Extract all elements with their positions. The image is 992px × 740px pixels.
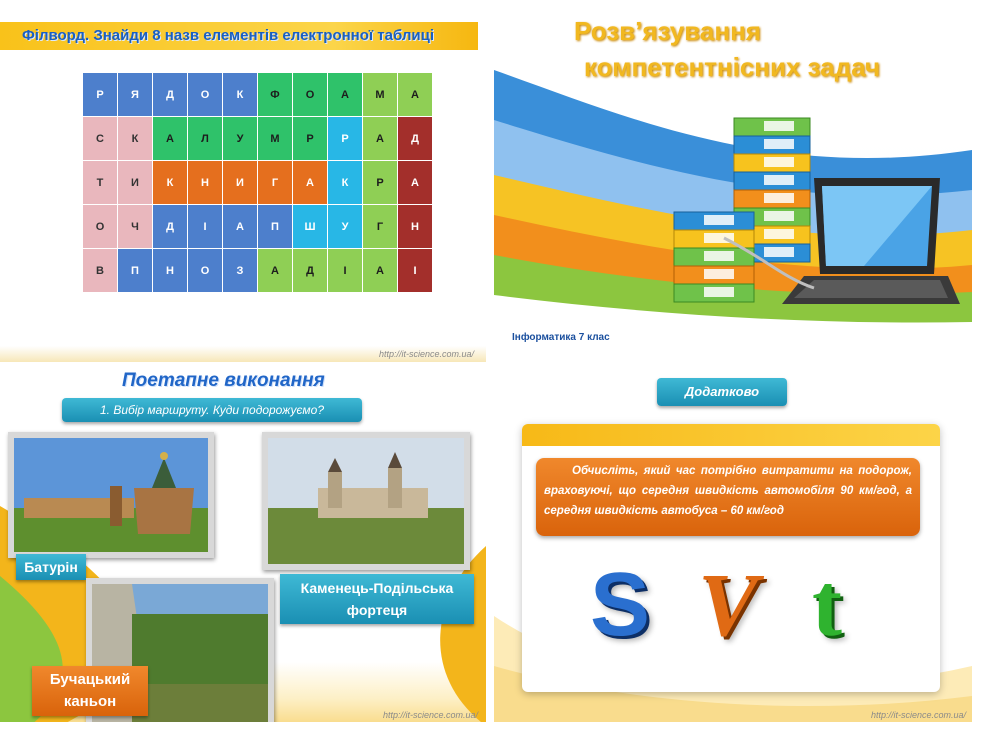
slide-step-route[interactable]: Поетапне виконання 1. Вибір маршруту. Ку… [0, 366, 486, 722]
grid-cell: О [292, 72, 328, 117]
binder-stack [673, 117, 811, 303]
grid-cell: К [152, 160, 188, 205]
label-buchach: Бучацький каньон [32, 666, 148, 716]
site-url: http://it-science.com.ua/ [870, 710, 966, 720]
grid-cell: І [187, 204, 223, 249]
grid-cell: Н [397, 204, 433, 249]
photo-kamianets [262, 432, 470, 570]
task-text: Обчисліть, який час потрібно витратити н… [536, 458, 920, 536]
step-label: 1. Вибір маршруту. Куди подорожуємо? [62, 398, 362, 422]
grid-cell: Ч [117, 204, 153, 249]
header-label: Додатково [657, 378, 787, 406]
letter-v: V [698, 556, 759, 655]
grid-cell: Ш [292, 204, 328, 249]
grid-cell: А [152, 116, 188, 161]
grid-cell: Н [187, 160, 223, 205]
letter-s: S [590, 555, 651, 655]
grid-cell: О [187, 72, 223, 117]
label-buchach-line-2: каньон [63, 693, 117, 710]
slide-title-page[interactable]: Розв’язування компетентнісних задач Інфо… [494, 0, 972, 356]
grid-row: СКАЛУМРРАД [82, 116, 433, 161]
grid-cell: І [327, 248, 363, 293]
slide-additional-task[interactable]: Додатково Обчисліть, який час потрібно в… [494, 366, 972, 722]
grid-cell: З [222, 248, 258, 293]
grid-cell: Р [292, 116, 328, 161]
grid-cell: Д [152, 204, 188, 249]
binders-laptop-illustration [673, 117, 960, 304]
site-url: http://it-science.com.ua/ [382, 710, 478, 720]
grid-cell: Д [292, 248, 328, 293]
title-line-2: компетентнісних задач [584, 52, 881, 82]
grid-cell: П [117, 248, 153, 293]
grid-row: ОЧДІАПШУГН [82, 204, 433, 249]
grid-cell: В [82, 248, 118, 293]
grid-cell: Г [257, 160, 293, 205]
grid-cell: И [117, 160, 153, 205]
grid-cell: Н [152, 248, 188, 293]
grid-cell: Р [327, 116, 363, 161]
grid-cell: А [222, 204, 258, 249]
grid-cell: І [397, 248, 433, 293]
grid-cell: Т [82, 160, 118, 205]
filword-grid: РЯДОКФОАМАСКАЛУМРРАДТИКНИГАКРАОЧДІАПШУГН… [82, 72, 433, 293]
slide-title: Поетапне виконання [122, 370, 325, 391]
site-url: http://it-science.com.ua/ [378, 349, 474, 359]
grid-cell: Д [152, 72, 188, 117]
grid-cell: С [82, 116, 118, 161]
grid-cell: Г [362, 204, 398, 249]
site-url: http://it-science.com.ua/ [872, 344, 968, 354]
grid-cell: А [327, 72, 363, 117]
grid-cell: К [222, 72, 258, 117]
grid-cell: О [187, 248, 223, 293]
panel-top-bar [522, 424, 940, 446]
grid-cell: А [397, 160, 433, 205]
kamianets-image [268, 438, 464, 564]
slide-filword[interactable]: Філворд. Знайди 8 назв елементів електро… [0, 0, 486, 362]
label-kamianets-line-2: фортеця [346, 602, 408, 618]
title-line-1: Розв’язування [574, 16, 761, 46]
grid-cell: Д [397, 116, 433, 161]
grid-cell: Я [117, 72, 153, 117]
slide-subtitle: Інформатика 7 клас [512, 332, 610, 343]
grid-row: ВПНОЗАДІАІ [82, 248, 433, 293]
grid-cell: О [82, 204, 118, 249]
grid-cell: К [117, 116, 153, 161]
label-buchach-line-1: Бучацький [49, 671, 131, 688]
grid-cell: И [222, 160, 258, 205]
grid-cell: Ф [257, 72, 293, 117]
grid-cell: М [362, 72, 398, 117]
photo-baturyn [8, 432, 214, 558]
grid-row: РЯДОКФОАМА [82, 72, 433, 117]
grid-cell: Л [187, 116, 223, 161]
grid-cell: А [362, 116, 398, 161]
grid-cell: К [327, 160, 363, 205]
slide-title: Філворд. Знайди 8 назв елементів електро… [22, 27, 435, 44]
grid-cell: М [257, 116, 293, 161]
grid-cell: У [327, 204, 363, 249]
baturyn-image [14, 438, 208, 552]
label-kamianets-line-1: Каменець-Подільська [300, 580, 454, 596]
label-kamianets: Каменець-Подільська фортеця [280, 574, 474, 624]
grid-cell: А [362, 248, 398, 293]
grid-row: ТИКНИГАКРА [82, 160, 433, 205]
grid-cell: А [292, 160, 328, 205]
grid-cell: П [257, 204, 293, 249]
formula-letters: S V t [590, 554, 910, 655]
label-baturyn: Батурін [16, 554, 86, 580]
grid-cell: Р [82, 72, 118, 117]
grid-cell: А [257, 248, 293, 293]
letter-t: t [812, 556, 842, 655]
grid-cell: У [222, 116, 258, 161]
grid-cell: А [397, 72, 433, 117]
grid-cell: Р [362, 160, 398, 205]
